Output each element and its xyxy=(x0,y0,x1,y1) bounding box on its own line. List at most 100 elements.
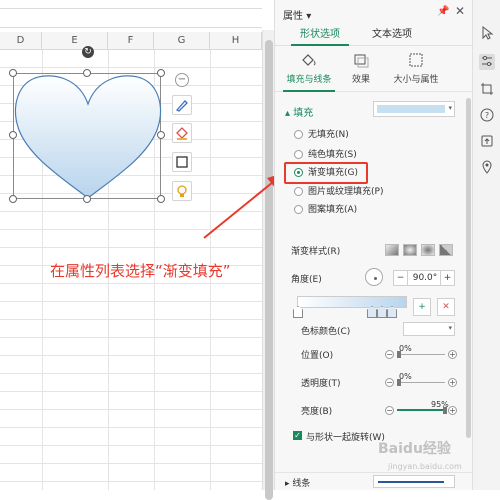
radio-label: 纯色填充(S) xyxy=(308,150,357,160)
increase-icon[interactable]: + xyxy=(448,350,457,359)
watermark-sub: jingyan.baidu.com xyxy=(388,462,462,471)
increase-icon[interactable]: + xyxy=(448,406,457,415)
resize-handle[interactable] xyxy=(9,131,17,139)
angle-stepper[interactable]: − 90.0° + xyxy=(393,270,455,286)
position-value: 0% xyxy=(399,344,412,353)
tab-size-and-properties-label: 大小与属性 xyxy=(393,75,439,85)
resize-handle[interactable] xyxy=(83,69,91,77)
svg-text:?: ? xyxy=(485,111,489,120)
size-icon xyxy=(409,53,423,67)
collapse-toolbar-button[interactable]: − xyxy=(175,73,189,87)
heart-shape[interactable] xyxy=(13,70,163,202)
resize-handle[interactable] xyxy=(157,195,165,203)
gradient-style-label: 渐变样式(R) xyxy=(291,247,341,257)
tab-text-options[interactable]: 文本选项 xyxy=(363,24,421,46)
radio-button[interactable] xyxy=(294,130,303,139)
tab-effects[interactable]: 效果 xyxy=(341,48,381,92)
fill-section-header[interactable]: ▴ 填充 xyxy=(285,104,313,119)
radio-button[interactable] xyxy=(294,187,303,196)
gradient-style-rectangular[interactable] xyxy=(421,244,435,256)
cursor-icon[interactable] xyxy=(479,25,495,42)
resize-handle[interactable] xyxy=(157,131,165,139)
vertical-scrollbar[interactable] xyxy=(262,30,274,500)
angle-increase-button[interactable]: + xyxy=(440,271,454,285)
sub-tabs: 填充与线条 效果 大小与属性 xyxy=(275,48,473,92)
angle-label: 角度(E) xyxy=(291,275,322,285)
chevron-down-icon: ▾ xyxy=(306,11,312,22)
fill-bucket-icon xyxy=(302,54,316,66)
angle-value[interactable]: 90.0° xyxy=(410,271,440,285)
chevron-down-icon: ▾ xyxy=(448,104,452,112)
delete-stop-icon[interactable]: ✕ xyxy=(437,298,455,316)
fill-color-select[interactable]: ▾ xyxy=(373,101,455,117)
panel-title[interactable]: 属性 ▾ xyxy=(283,7,311,22)
tool-rail: ? xyxy=(472,0,500,490)
panel-scrollbar[interactable] xyxy=(465,92,472,490)
decrease-icon[interactable]: − xyxy=(385,378,394,387)
instruction-annotation: 在属性列表选择“渐变填充” xyxy=(50,262,231,280)
decrease-icon[interactable]: − xyxy=(385,350,394,359)
properties-icon[interactable] xyxy=(479,54,495,70)
line-section-header[interactable]: ▸ 线条 xyxy=(285,476,310,489)
resize-handle[interactable] xyxy=(9,69,17,77)
column-header-f[interactable]: F xyxy=(108,32,154,50)
gradient-style-linear[interactable] xyxy=(385,244,399,256)
top-tabs: 形状选项 文本选项 xyxy=(275,24,473,46)
radio-label: 图片或纹理填充(P) xyxy=(308,187,384,197)
add-stop-icon[interactable]: + xyxy=(413,298,431,316)
column-header-d[interactable]: D xyxy=(0,32,42,50)
line-style-select[interactable] xyxy=(373,475,455,488)
tab-fill-and-line-label: 填充与线条 xyxy=(286,75,332,85)
gradient-style-radial[interactable] xyxy=(403,244,417,256)
formula-bar[interactable] xyxy=(0,8,262,28)
radio-button[interactable] xyxy=(294,150,303,159)
position-slider[interactable]: − 0% + xyxy=(385,344,457,362)
line-section-title: 线条 xyxy=(292,479,311,489)
checkbox-checked[interactable]: ✓ xyxy=(293,431,302,440)
scrollbar-thumb[interactable] xyxy=(265,40,273,500)
tab-fill-and-line[interactable]: 填充与线条 xyxy=(283,48,335,92)
transparency-slider[interactable]: − 0% + xyxy=(385,372,457,390)
radio-button[interactable] xyxy=(294,205,303,214)
rotate-with-shape-label: 与形状一起旋转(W) xyxy=(306,433,385,443)
watermark: Baidu经验 jingyan.baidu.com xyxy=(378,438,470,476)
radio-label: 图案填充(A) xyxy=(308,205,358,215)
increase-icon[interactable]: + xyxy=(448,378,457,387)
fill-bucket-icon[interactable] xyxy=(172,123,192,143)
slider-track xyxy=(397,354,445,355)
resize-handle[interactable] xyxy=(9,195,17,203)
angle-dial[interactable] xyxy=(365,268,383,286)
stop-color-select[interactable]: ▾ xyxy=(403,322,455,336)
brightness-label: 亮度(B) xyxy=(301,407,333,417)
gradient-style-path[interactable] xyxy=(439,244,453,256)
gradient-bar[interactable] xyxy=(297,296,407,308)
rotate-handle[interactable]: ↻ xyxy=(82,46,94,58)
bulb-icon[interactable] xyxy=(172,181,192,201)
location-icon[interactable] xyxy=(479,160,495,176)
tab-size-and-properties[interactable]: 大小与属性 xyxy=(387,48,445,92)
backup-icon[interactable] xyxy=(479,134,495,150)
crop-icon[interactable] xyxy=(479,82,495,98)
pen-icon[interactable] xyxy=(172,95,192,115)
watermark-main: Baidu经验 xyxy=(378,441,451,457)
resize-handle[interactable] xyxy=(157,69,165,77)
scrollbar-thumb[interactable] xyxy=(466,98,471,438)
stop-color-label: 色标颜色(C) xyxy=(301,327,351,337)
line-swatch xyxy=(378,481,444,483)
decrease-icon[interactable]: − xyxy=(385,406,394,415)
pin-icon[interactable]: 📌 xyxy=(437,6,449,17)
highlight-box xyxy=(284,162,368,184)
outline-icon[interactable] xyxy=(172,152,192,172)
fill-color-swatch xyxy=(377,105,445,113)
panel-title-text: 属性 xyxy=(283,11,303,22)
angle-decrease-button[interactable]: − xyxy=(394,271,408,285)
column-header-e[interactable]: E xyxy=(42,32,108,50)
tab-shape-options[interactable]: 形状选项 xyxy=(291,24,349,46)
chevron-down-icon: ▾ xyxy=(448,324,452,332)
column-header-g[interactable]: G xyxy=(154,32,210,50)
help-icon[interactable]: ? xyxy=(479,108,495,124)
close-icon[interactable]: ✕ xyxy=(455,4,465,18)
brightness-slider[interactable]: − 95% + xyxy=(385,400,457,418)
column-header-h[interactable]: H xyxy=(210,32,262,50)
resize-handle[interactable] xyxy=(83,195,91,203)
